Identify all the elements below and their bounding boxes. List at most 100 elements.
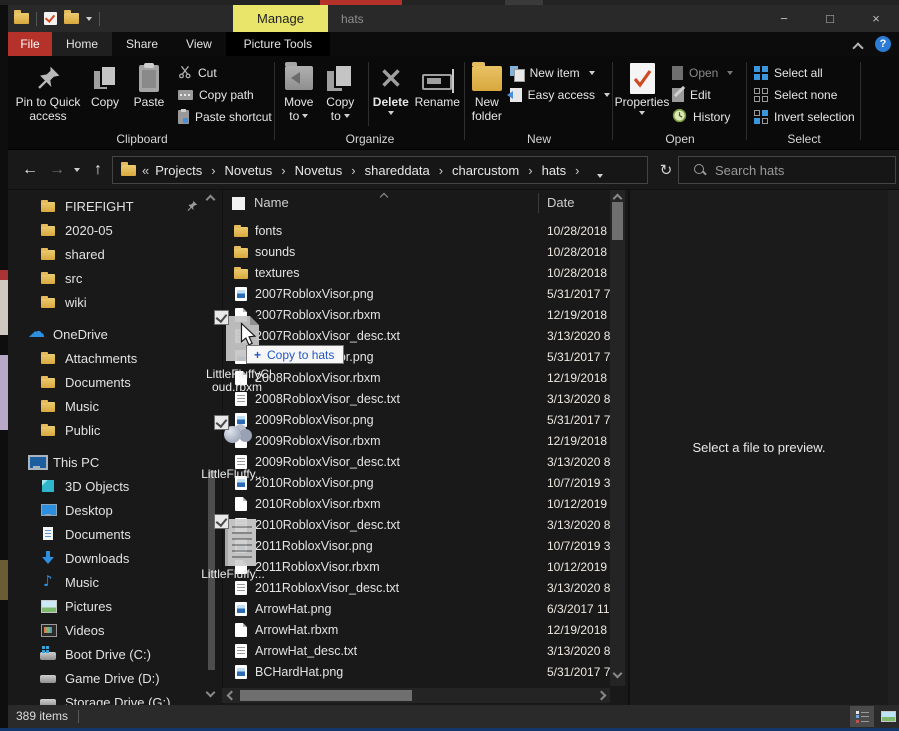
qat-customize-icon[interactable] [86, 17, 92, 21]
collapse-ribbon-icon[interactable] [854, 41, 863, 50]
file-row[interactable]: 2008RobloxVisor_desc.txt 3/13/2020 8 [223, 388, 611, 409]
back-button[interactable]: ← [16, 150, 44, 190]
open-button[interactable]: Open [672, 62, 733, 84]
file-row[interactable]: 2009RobloxVisor_desc.txt 3/13/2020 8 [223, 451, 611, 472]
tab-manage[interactable]: Manage [233, 5, 328, 32]
refresh-button[interactable]: ↻ [652, 156, 680, 184]
select-none-button[interactable]: Select none [754, 84, 858, 106]
select-all-button[interactable]: Select all [754, 62, 858, 84]
address-dropdown-icon[interactable] [597, 174, 603, 178]
maximize-button[interactable]: □ [807, 5, 853, 32]
sidebar-item[interactable]: src [8, 266, 222, 290]
scroll-up-icon[interactable] [614, 193, 622, 201]
chevrons-left-icon[interactable]: « [142, 163, 149, 178]
close-button[interactable]: × [853, 5, 899, 32]
cut-button[interactable]: Cut [178, 62, 272, 84]
qat-new-folder-icon[interactable] [64, 13, 79, 24]
breadcrumb-item[interactable]: shareddata› [363, 163, 450, 178]
file-row[interactable]: ArrowHat_desc.txt 3/13/2020 8 [223, 640, 611, 661]
search-box[interactable] [678, 156, 896, 184]
scroll-left-icon[interactable] [226, 692, 234, 700]
file-row[interactable]: 2007RobloxVisor_desc.txt 3/13/2020 8 [223, 325, 611, 346]
details-view-button[interactable] [850, 706, 874, 727]
sidebar-item[interactable]: Boot Drive (C:) [8, 642, 222, 666]
file-row[interactable]: 2008RobloxVisor.png 5/31/2017 7 [223, 346, 611, 367]
sidebar-item[interactable]: Videos [8, 618, 222, 642]
vertical-scrollbar[interactable] [610, 190, 625, 686]
sidebar-item[interactable]: Storage Drive (G:) [8, 690, 222, 705]
pin-to-quick-access-button[interactable]: Pin to Quick access [12, 56, 84, 123]
rename-button[interactable]: Rename [413, 56, 462, 109]
select-all-checkbox[interactable] [232, 197, 245, 210]
file-row[interactable]: ArrowHat.png 6/3/2017 11 [223, 598, 611, 619]
file-row[interactable]: 2008RobloxVisor.rbxm 12/19/2018 [223, 367, 611, 388]
history-button[interactable]: History [672, 106, 733, 128]
sidebar-item[interactable]: Attachments [8, 346, 222, 370]
new-folder-button[interactable]: New folder [468, 56, 506, 123]
easy-access-button[interactable]: Easy access [510, 84, 610, 106]
sidebar-item[interactable]: Desktop [8, 498, 222, 522]
file-row[interactable]: 2011RobloxVisor.png 10/7/2019 3 [223, 535, 611, 556]
sidebar-item[interactable]: Pictures [8, 594, 222, 618]
sidebar-item[interactable]: Documents [8, 522, 222, 546]
sidebar-item[interactable]: Music [8, 394, 222, 418]
file-row[interactable]: 2011RobloxVisor_desc.txt 3/13/2020 8 [223, 577, 611, 598]
forward-button[interactable]: → [44, 150, 70, 190]
recent-locations-icon[interactable] [68, 150, 86, 190]
ribbon-tab[interactable]: Home [52, 32, 112, 56]
file-row[interactable]: 2009RobloxVisor.png 5/31/2017 7 [223, 409, 611, 430]
column-divider[interactable] [538, 193, 539, 213]
move-to-button[interactable]: Move to [278, 56, 320, 123]
sidebar-item[interactable]: Public [8, 418, 222, 442]
scrollbar-thumb[interactable] [240, 690, 412, 701]
breadcrumb-item[interactable]: Novetus› [223, 163, 293, 178]
edit-button[interactable]: Edit [672, 84, 733, 106]
file-row[interactable]: 2011RobloxVisor.rbxm 10/12/2019 [223, 556, 611, 577]
invert-selection-button[interactable]: Invert selection [754, 106, 858, 128]
sidebar-item[interactable]: 2020-05 [8, 218, 222, 242]
sidebar-item[interactable]: Music [8, 570, 222, 594]
file-row[interactable]: 2010RobloxVisor_desc.txt 3/13/2020 8 [223, 514, 611, 535]
file-row[interactable]: ArrowHat.rbxm 12/19/2018 [223, 619, 611, 640]
qat-folder-icon[interactable] [14, 13, 29, 24]
scroll-right-icon[interactable] [598, 692, 606, 700]
scrollbar-thumb[interactable] [208, 470, 215, 670]
file-row[interactable]: 2010RobloxVisor.rbxm 10/12/2019 [223, 493, 611, 514]
paste-shortcut-button[interactable]: Paste shortcut [178, 106, 272, 128]
copy-path-button[interactable]: Copy path [178, 84, 272, 106]
file-row[interactable]: sounds 10/28/2018 [223, 241, 611, 262]
scroll-down-icon[interactable] [207, 689, 215, 697]
breadcrumb-item[interactable]: hats› [540, 163, 587, 178]
sidebar-scrollbar[interactable] [204, 190, 218, 705]
breadcrumb-item[interactable]: Novetus› [293, 163, 363, 178]
file-row[interactable]: 2010RobloxVisor.png 10/7/2019 3 [223, 472, 611, 493]
file-row[interactable]: textures 10/28/2018 [223, 262, 611, 283]
sidebar-item[interactable]: Game Drive (D:) [8, 666, 222, 690]
sidebar-item[interactable]: Documents [8, 370, 222, 394]
sidebar-item[interactable]: OneDrive [8, 322, 222, 346]
sidebar-item[interactable]: Downloads [8, 546, 222, 570]
sidebar-item[interactable]: shared [8, 242, 222, 266]
file-row[interactable]: 2007RobloxVisor.rbxm 12/19/2018 [223, 304, 611, 325]
ribbon-tab[interactable]: Share [112, 32, 172, 56]
up-button[interactable]: ↑ [86, 150, 110, 190]
file-row[interactable]: 2007RobloxVisor.png 5/31/2017 7 [223, 283, 611, 304]
ribbon-tab[interactable]: View [172, 32, 226, 56]
scroll-down-icon[interactable] [614, 670, 622, 678]
scroll-up-icon[interactable] [207, 194, 215, 202]
sidebar-item[interactable]: wiki [8, 290, 222, 314]
tab-file[interactable]: File [8, 32, 52, 56]
date-column-header[interactable]: Date [547, 195, 574, 210]
paste-button[interactable]: Paste [126, 56, 172, 109]
copy-button[interactable]: Copy [84, 56, 126, 109]
sidebar-item[interactable]: FIREFIGHT [8, 194, 222, 218]
new-item-button[interactable]: New item [510, 62, 610, 84]
breadcrumb-item[interactable]: Projects› [153, 163, 222, 178]
copy-to-button[interactable]: Copy to [320, 56, 362, 123]
address-bar[interactable]: « Projects›Novetus›Novetus›shareddata›ch… [112, 156, 648, 184]
file-row[interactable] [223, 682, 611, 686]
large-icons-view-button[interactable] [876, 706, 899, 727]
properties-button[interactable]: Properties [616, 56, 668, 115]
sidebar-item[interactable]: This PC [8, 450, 222, 474]
delete-button[interactable]: Delete [369, 56, 413, 115]
